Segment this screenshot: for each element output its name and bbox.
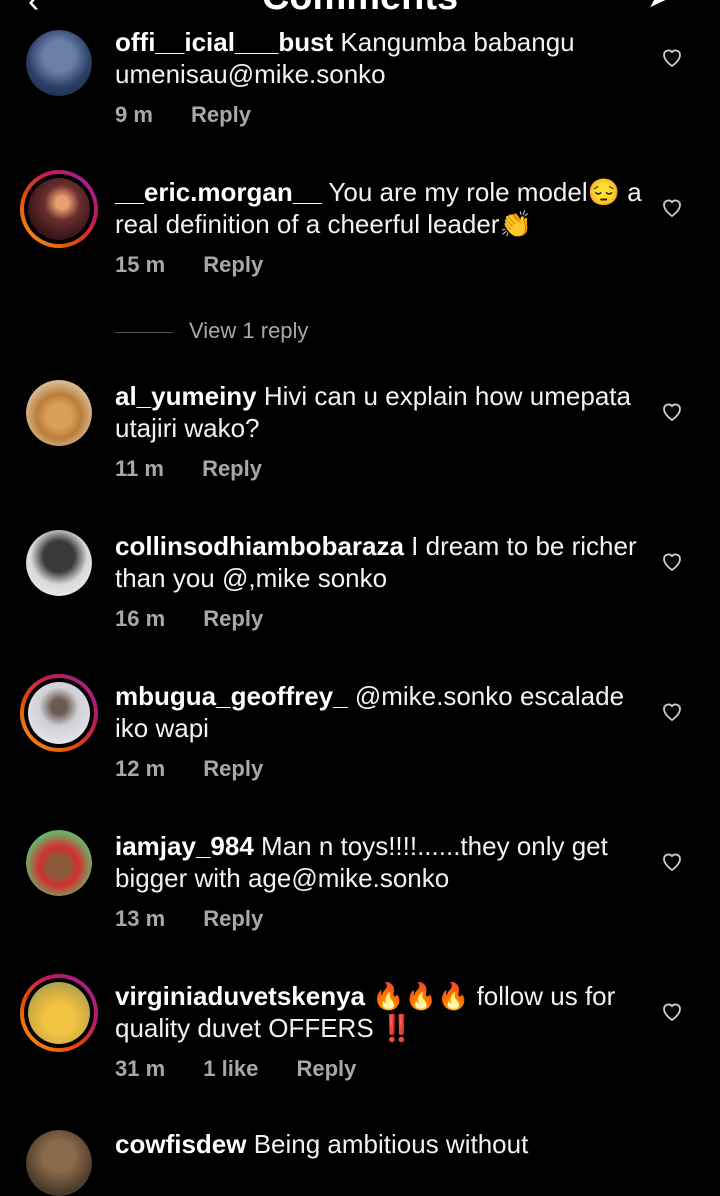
comment-text: mbugua_geoffrey_ @mike.sonko escalade ik…: [115, 680, 645, 744]
avatar[interactable]: [26, 30, 92, 96]
like-heart-icon[interactable]: [660, 45, 684, 69]
comment-time: 16 m: [115, 606, 166, 631]
like-heart-icon[interactable]: [660, 195, 684, 219]
reply-button[interactable]: Reply: [191, 102, 251, 127]
avatar[interactable]: [26, 1130, 92, 1196]
comment-meta: 13 m Reply: [115, 906, 295, 932]
view-replies-button[interactable]: View 1 reply: [115, 318, 308, 344]
divider: [115, 331, 173, 333]
comment-time: 13 m: [115, 906, 166, 931]
comment-body: Being ambitious without: [246, 1129, 529, 1159]
comment-username[interactable]: __eric.morgan__: [115, 177, 322, 207]
view-replies-label: View 1 reply: [189, 318, 309, 343]
comment-meta: 9 m Reply: [115, 102, 283, 128]
reply-button[interactable]: Reply: [203, 906, 263, 931]
comment-time: 11 m: [115, 456, 164, 481]
reply-button[interactable]: Reply: [202, 456, 262, 481]
header: ‹ Comments ➤: [0, 0, 720, 20]
like-heart-icon[interactable]: [660, 549, 684, 573]
comment-text: collinsodhiambobaraza I dream to be rich…: [115, 530, 645, 594]
like-count[interactable]: 1 like: [203, 1056, 258, 1081]
comment-text: al_yumeiny Hivi can u explain how umepat…: [115, 380, 645, 444]
like-heart-icon[interactable]: [660, 849, 684, 873]
comment-username[interactable]: iamjay_984: [115, 831, 254, 861]
reply-button[interactable]: Reply: [203, 606, 263, 631]
comment-text: __eric.morgan__ You are my role model😔 a…: [115, 176, 645, 240]
comment-meta: 11 m Reply: [115, 456, 294, 482]
comment-time: 15 m: [115, 252, 166, 277]
comment-text: virginiaduvetskenya 🔥🔥🔥 follow us for qu…: [115, 980, 645, 1044]
comment-username[interactable]: virginiaduvetskenya: [115, 981, 365, 1011]
comment-text: offi__icial___bust Kangumba babangu umen…: [115, 26, 645, 90]
comment-username[interactable]: collinsodhiambobaraza: [115, 531, 404, 561]
send-icon[interactable]: ➤: [647, 0, 672, 15]
comment-meta: 16 m Reply: [115, 606, 295, 632]
comment-time: 31 m: [115, 1056, 166, 1081]
comment-meta: 31 m 1 like Reply: [115, 1056, 388, 1082]
avatar[interactable]: [26, 380, 92, 446]
comment-username[interactable]: cowfisdew: [115, 1129, 246, 1159]
like-heart-icon[interactable]: [660, 999, 684, 1023]
reply-button[interactable]: Reply: [203, 252, 263, 277]
comment-text: iamjay_984 Man n toys!!!!......they only…: [115, 830, 645, 894]
comment-meta: 12 m Reply: [115, 756, 295, 782]
comment-meta: 15 m Reply: [115, 252, 295, 278]
reply-button[interactable]: Reply: [296, 1056, 356, 1081]
avatar[interactable]: [20, 674, 98, 752]
avatar[interactable]: [20, 974, 98, 1052]
like-heart-icon[interactable]: [660, 399, 684, 423]
like-heart-icon[interactable]: [660, 699, 684, 723]
avatar[interactable]: [26, 830, 92, 896]
comment-time: 9 m: [115, 102, 153, 127]
page-title: Comments: [0, 0, 720, 19]
comment-username[interactable]: offi__icial___bust: [115, 27, 333, 57]
reply-button[interactable]: Reply: [203, 756, 263, 781]
avatar[interactable]: [20, 170, 98, 248]
comment-time: 12 m: [115, 756, 166, 781]
comment-username[interactable]: al_yumeiny: [115, 381, 257, 411]
avatar[interactable]: [26, 530, 92, 596]
comment-text: cowfisdew Being ambitious without: [115, 1128, 645, 1160]
comment-username[interactable]: mbugua_geoffrey_: [115, 681, 348, 711]
